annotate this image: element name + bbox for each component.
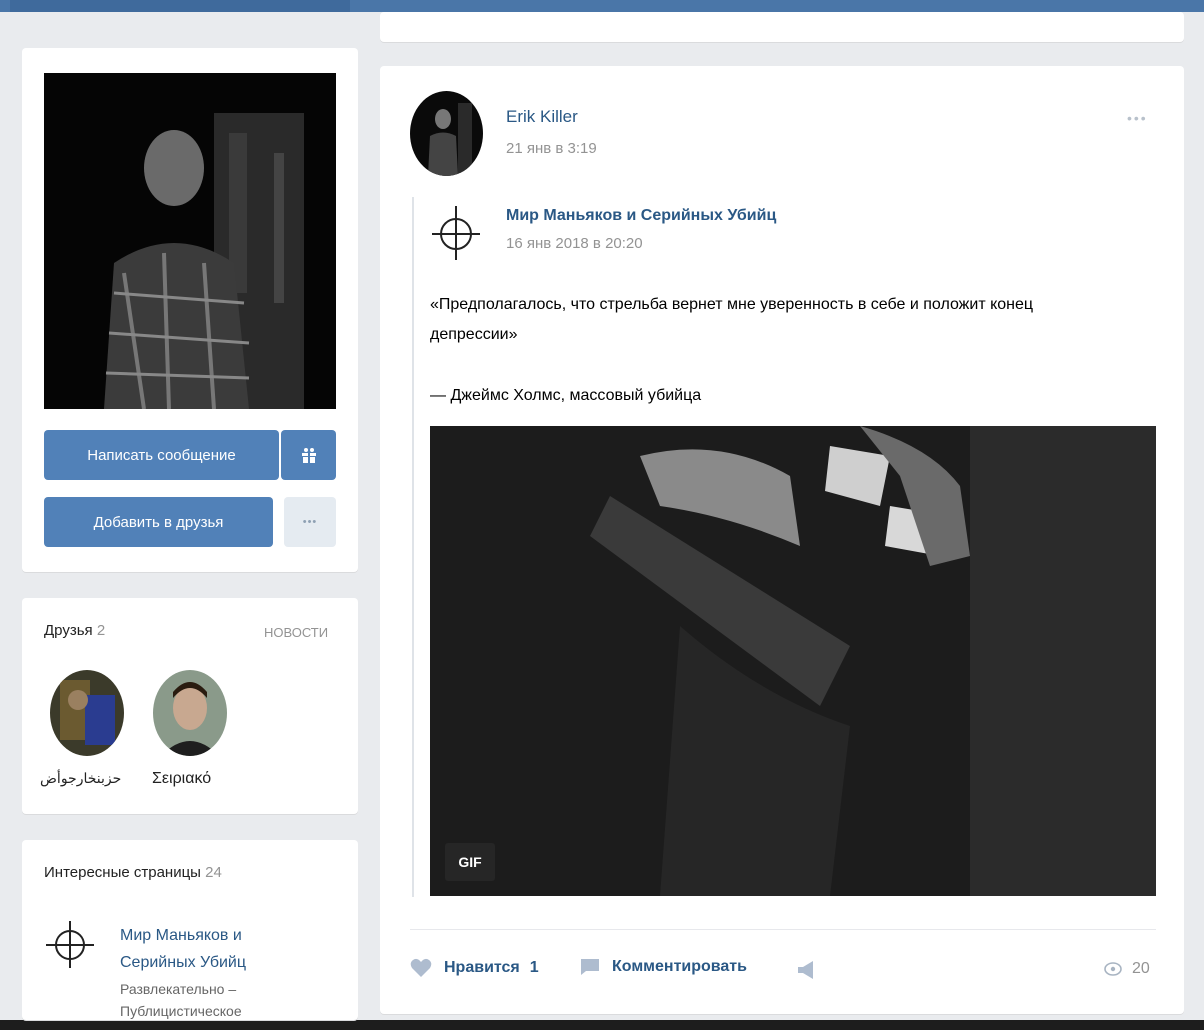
more-dots-icon: •••: [302, 516, 318, 528]
eye-icon: [1104, 962, 1122, 976]
gift-icon: [301, 448, 316, 463]
repost-text-line2: депрессии»: [430, 326, 518, 343]
repost-quote-author: — Джеймс Холмс, массовый убийца: [430, 387, 702, 404]
write-message-label: Написать сообщение: [87, 446, 236, 464]
friend-avatar-2[interactable]: [153, 670, 227, 756]
interesting-page-name[interactable]: Мир Маньяков и Серийных Убийц: [120, 922, 246, 976]
previous-post-card: [380, 12, 1184, 42]
post-author-name[interactable]: Erik Killer: [506, 107, 578, 127]
interesting-pages-title[interactable]: Интересные страницы 24: [44, 864, 222, 881]
friend-name-2[interactable]: Σειριακό: [152, 770, 211, 788]
friends-news-link[interactable]: новости: [264, 625, 328, 640]
gif-badge: GIF: [445, 843, 495, 881]
interesting-page-name-line2: Серийных Убийц: [120, 954, 247, 971]
add-friend-label: Добавить в друзья: [93, 513, 224, 531]
heart-icon: [410, 958, 432, 977]
write-message-button[interactable]: Написать сообщение: [44, 430, 279, 480]
friend-avatar-1[interactable]: [50, 670, 124, 756]
like-count: 1: [529, 959, 539, 976]
comment-icon: [581, 959, 599, 975]
post-author-avatar[interactable]: [410, 91, 483, 176]
send-gift-button[interactable]: [281, 430, 336, 480]
views-count: 20: [1132, 960, 1150, 977]
interesting-page-desc: Развлекательно – Публицистическое: [120, 978, 242, 1022]
repost-left-border: [412, 197, 414, 897]
comment-label: Комментировать: [612, 958, 747, 975]
interesting-page-desc-line1: Развлекательно –: [120, 981, 237, 997]
crosshair-icon[interactable]: [44, 918, 96, 970]
profile-photo[interactable]: [44, 73, 336, 409]
like-label: Нравится: [444, 959, 520, 976]
post-date[interactable]: 21 янв в 3:19: [506, 140, 597, 157]
friends-title-label: Друзья: [44, 622, 93, 639]
post-more-button[interactable]: •••: [1127, 110, 1148, 126]
interesting-pages-label: Интересные страницы: [44, 864, 201, 881]
interesting-page-name-line1: Мир Маньяков и: [120, 927, 242, 944]
repost-date[interactable]: 16 янв 2018 в 20:20: [506, 235, 643, 252]
repost-crosshair-icon[interactable]: [428, 202, 484, 262]
friends-count: 2: [96, 622, 106, 639]
views-counter: 20: [1104, 960, 1150, 978]
friends-title[interactable]: Друзья 2: [44, 622, 105, 639]
repost-text-line1: «Предполагалось, что стрельба вернет мне…: [430, 296, 1034, 313]
repost-gif[interactable]: [430, 426, 1156, 896]
post-actions-divider: [410, 929, 1156, 930]
profile-more-button[interactable]: •••: [284, 497, 336, 547]
interesting-pages-count: 24: [205, 864, 222, 881]
like-button[interactable]: Нравится 1: [410, 958, 539, 978]
top-bar-left-section: [10, 0, 350, 12]
repost-text: «Предполагалось, что стрельба вернет мне…: [430, 290, 1170, 350]
friend-name-1[interactable]: حزبنخارجوأض: [40, 770, 121, 787]
share-megaphone-icon[interactable]: [796, 960, 818, 980]
add-friend-button[interactable]: Добавить в друзья: [44, 497, 273, 547]
comment-button[interactable]: Комментировать: [580, 958, 747, 976]
interesting-page-desc-line2: Публицистическое: [120, 1003, 242, 1019]
repost-author-name[interactable]: Мир Маньяков и Серийных Убийц: [506, 207, 776, 225]
